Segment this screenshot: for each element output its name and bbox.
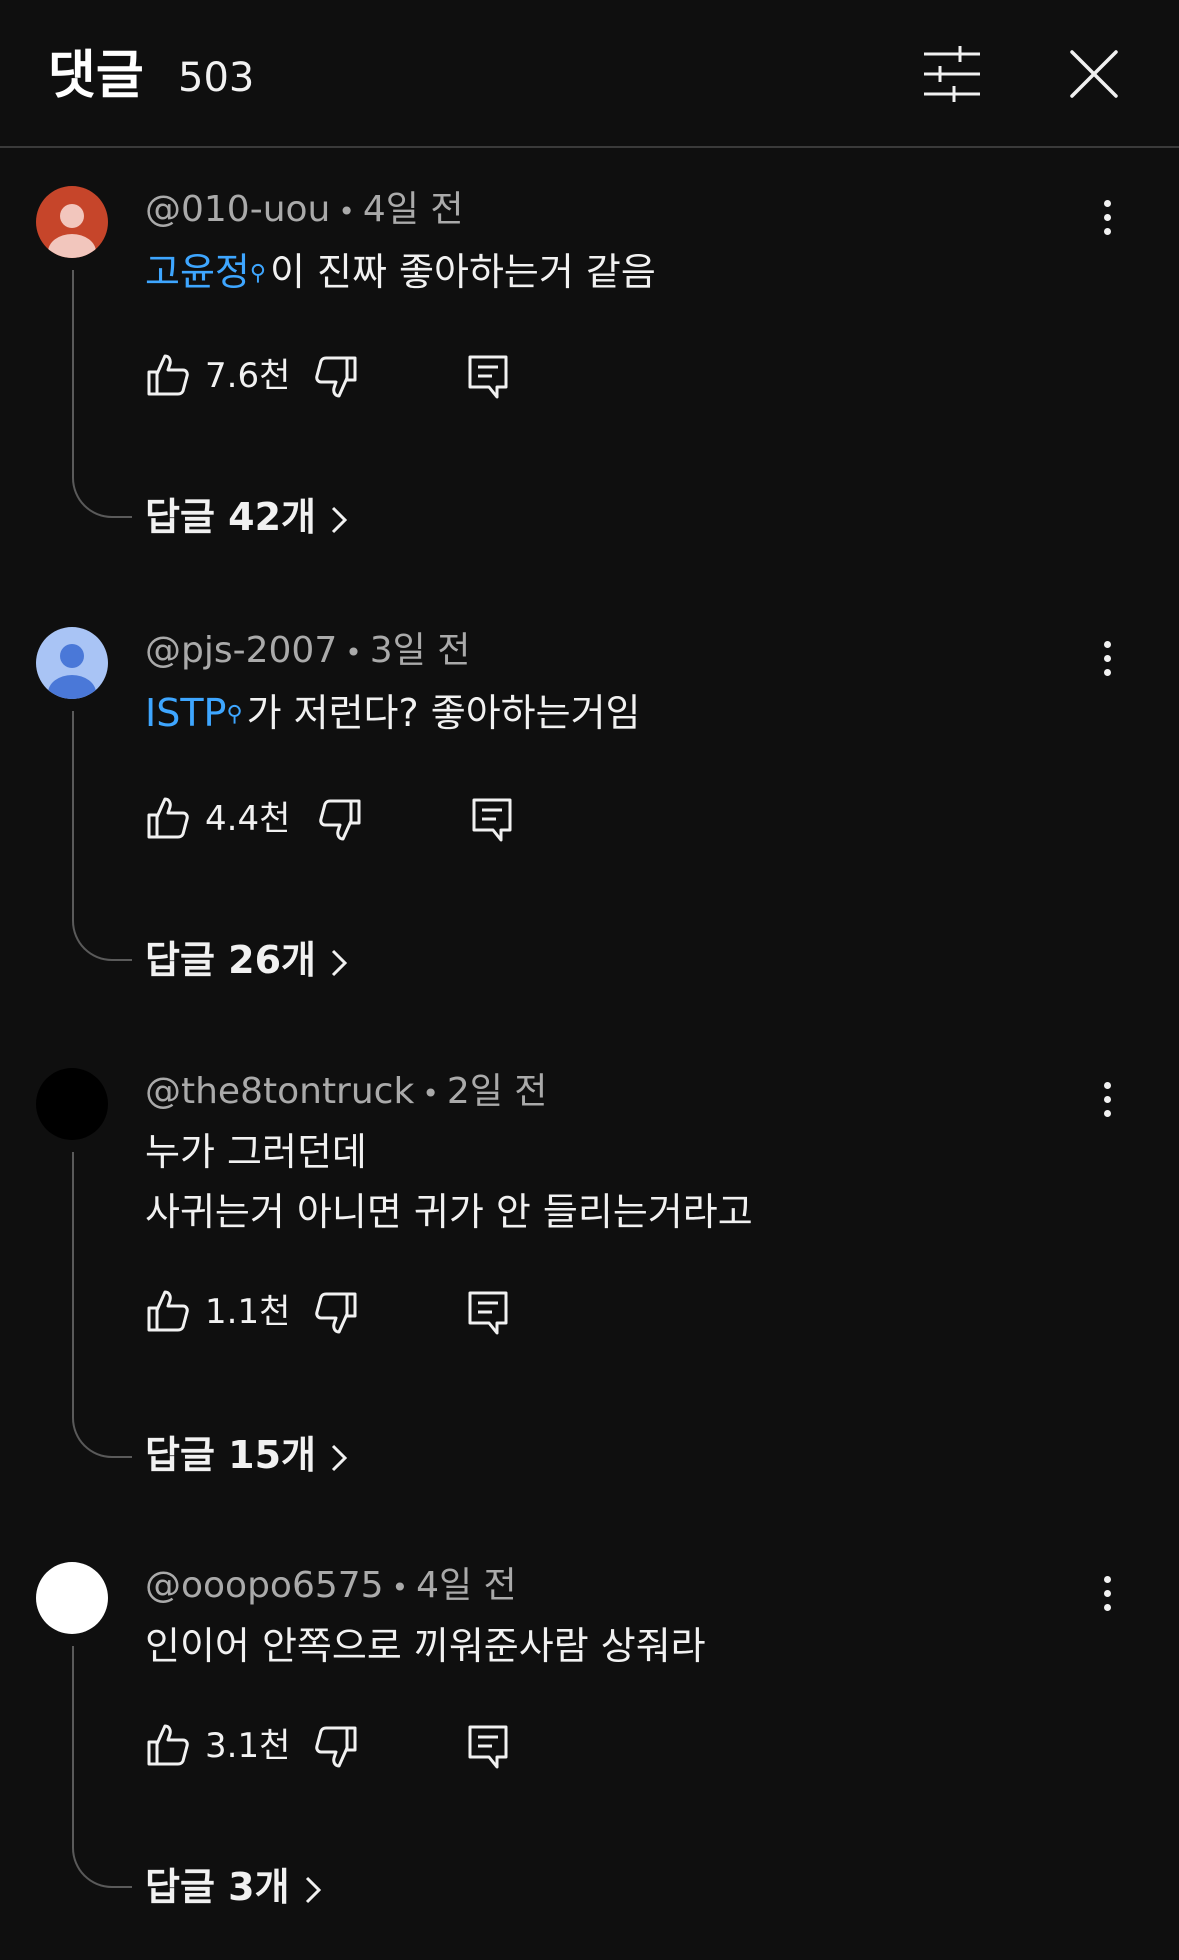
- thread-line: [72, 1152, 132, 1458]
- close-icon[interactable]: [1068, 48, 1120, 100]
- like-count: 3.1천: [205, 1726, 291, 1766]
- comment-meta: @the8tontruck • 2일 전: [145, 1071, 548, 1112]
- sliders-icon[interactable]: [920, 46, 984, 102]
- thumb-down-icon[interactable]: [313, 1724, 359, 1770]
- more-vert-icon[interactable]: [1096, 641, 1118, 689]
- view-replies-button[interactable]: 답글 26개: [145, 935, 348, 985]
- more-vert-icon[interactable]: [1096, 200, 1118, 248]
- like-count: 1.1천: [205, 1292, 291, 1332]
- thumb-down-icon[interactable]: [317, 797, 363, 843]
- comment-text-body: 이 진짜 좋아하는거 같음: [270, 250, 656, 294]
- comment-actions: 4.4천: [145, 795, 645, 843]
- comments-header: 댓글 503: [0, 0, 1179, 148]
- comment-text: 인이어 안쪽으로 끼워준사람 상줘라: [145, 1624, 706, 1668]
- view-replies-button[interactable]: 답글 3개: [145, 1862, 322, 1912]
- thread-line: [72, 1646, 132, 1888]
- comment-text: 고윤정⚲ 이 진짜 좋아하는거 같음: [145, 242, 656, 302]
- comment-thread: @pjs-2007 • 3일 전 ISTP⚲ 가 저런다? 좋아하는거임 4.4천 답…: [0, 627, 1179, 987]
- comment-time: 4일 전: [362, 189, 464, 230]
- replies-label: 답글 3개: [145, 1865, 290, 1909]
- person-avatar-icon[interactable]: [36, 627, 108, 699]
- person-avatar-icon[interactable]: [36, 186, 108, 258]
- search-link[interactable]: ISTP: [145, 691, 226, 735]
- comment-thread: @ooopo6575 • 4일 전 인이어 안쪽으로 끼워준사람 상줘라 3.1천 …: [0, 1562, 1179, 1909]
- comments-title: 댓글: [48, 46, 144, 106]
- comment-text-line: 누가 그러던데: [145, 1130, 367, 1174]
- thumb-down-icon[interactable]: [313, 354, 359, 400]
- comment-meta: @pjs-2007 • 3일 전: [145, 630, 471, 671]
- chevron-right-icon: [330, 1443, 348, 1473]
- search-icon: ⚲: [226, 702, 243, 727]
- comment-meta: @010-uou • 4일 전: [145, 189, 464, 230]
- reply-comment-icon[interactable]: [467, 1290, 509, 1336]
- comment-author[interactable]: @ooopo6575: [145, 1565, 384, 1606]
- comment-text-body: 가 저런다? 좋아하는거임: [246, 691, 641, 735]
- comment-time: 4일 전: [416, 1565, 517, 1606]
- thumb-up-icon[interactable]: [145, 1288, 191, 1334]
- thumb-up-icon[interactable]: [145, 352, 191, 398]
- thumb-up-icon[interactable]: [145, 795, 191, 841]
- comment-author[interactable]: @010-uou: [145, 189, 330, 230]
- comment-meta: @ooopo6575 • 4일 전: [145, 1565, 517, 1606]
- view-replies-button[interactable]: 답글 42개: [145, 492, 348, 542]
- comment-author[interactable]: @pjs-2007: [145, 630, 337, 671]
- comment-text: ISTP⚲ 가 저런다? 좋아하는거임: [145, 683, 641, 743]
- search-icon: ⚲: [249, 261, 267, 286]
- comment-text-line: 사귀는거 아니면 귀가 안 들리는거라고: [145, 1190, 753, 1234]
- more-vert-icon[interactable]: [1096, 1576, 1118, 1624]
- comment-actions: 3.1천: [145, 1722, 645, 1770]
- reply-comment-icon[interactable]: [467, 1724, 509, 1770]
- comment-thread: @010-uou • 4일 전 고윤정⚲ 이 진짜 좋아하는거 같음 7.6천 답글 …: [0, 186, 1179, 546]
- thumb-down-icon[interactable]: [313, 1290, 359, 1336]
- replies-label: 답글 26개: [145, 938, 316, 982]
- chevron-right-icon: [330, 948, 348, 978]
- person-avatar-icon[interactable]: [36, 1562, 108, 1634]
- like-count: 4.4천: [205, 799, 291, 839]
- replies-label: 답글 42개: [145, 495, 316, 539]
- search-link[interactable]: 고윤정: [145, 250, 250, 294]
- comment-thread: @the8tontruck • 2일 전 누가 그러던데 사귀는거 아니면 귀가 안…: [0, 1068, 1179, 1488]
- replies-label: 답글 15개: [145, 1433, 316, 1477]
- comment-time: 3일 전: [369, 630, 471, 671]
- reply-comment-icon[interactable]: [471, 797, 513, 843]
- thread-line: [72, 711, 132, 961]
- chevron-right-icon: [330, 505, 348, 535]
- reply-comment-icon[interactable]: [467, 354, 509, 400]
- comment-actions: 1.1천: [145, 1288, 645, 1336]
- thread-line: [72, 270, 132, 518]
- more-vert-icon[interactable]: [1096, 1082, 1118, 1130]
- view-replies-button[interactable]: 답글 15개: [145, 1430, 348, 1480]
- comment-actions: 7.6천: [145, 352, 645, 400]
- comment-time: 2일 전: [446, 1071, 548, 1112]
- chevron-right-icon: [304, 1875, 322, 1905]
- person-avatar-icon[interactable]: [36, 1068, 108, 1140]
- like-count: 7.6천: [205, 356, 291, 396]
- comment-author[interactable]: @the8tontruck: [145, 1071, 414, 1112]
- comments-count: 503: [178, 55, 255, 101]
- thumb-up-icon[interactable]: [145, 1722, 191, 1768]
